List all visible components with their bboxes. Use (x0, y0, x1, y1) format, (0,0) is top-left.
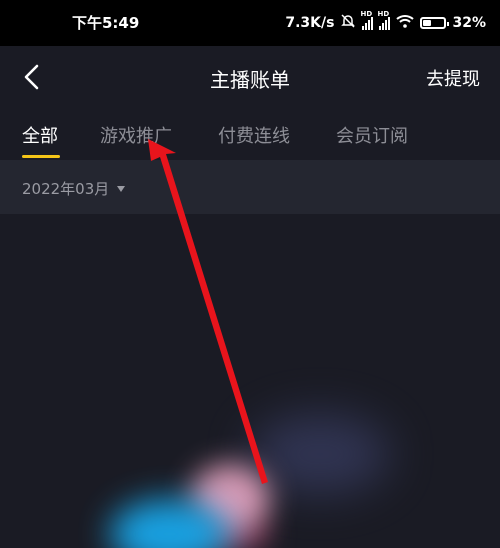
month-label: 2022年03月 (22, 180, 110, 198)
tab-bar: 全部 游戏推广 付费连线 会员订阅 (0, 108, 500, 160)
wifi-icon (396, 14, 415, 32)
withdraw-button[interactable]: 去提现 (426, 65, 480, 91)
battery-percent: 32% (452, 15, 486, 31)
tab-all[interactable]: 全部 (22, 122, 58, 148)
caret-down-icon (117, 185, 126, 192)
app-header: 主播账单 去提现 (0, 46, 500, 108)
active-tab-indicator (22, 155, 60, 158)
tab-game-promotion[interactable]: 游戏推广 (100, 122, 172, 148)
status-bar: 下午5:49 7.3K/s HD HD 32% (0, 0, 500, 46)
status-icons: 7.3K/s HD HD 32% (285, 10, 486, 34)
network-speed: 7.3K/s (285, 15, 335, 31)
page-title: 主播账单 (210, 68, 290, 92)
signal-icon-2: HD (377, 10, 391, 30)
status-time: 下午5:49 (72, 14, 140, 32)
battery-icon (420, 17, 450, 29)
blurred-decoration (250, 414, 390, 494)
bell-mute-icon (340, 13, 356, 33)
month-picker[interactable]: 2022年03月 (22, 178, 126, 199)
signal-icon-1: HD (360, 10, 374, 30)
filter-bar: 2022年03月 (0, 160, 500, 214)
bill-content-area (0, 214, 500, 548)
tab-paid-connection[interactable]: 付费连线 (218, 122, 290, 148)
tab-membership[interactable]: 会员订阅 (336, 122, 408, 148)
